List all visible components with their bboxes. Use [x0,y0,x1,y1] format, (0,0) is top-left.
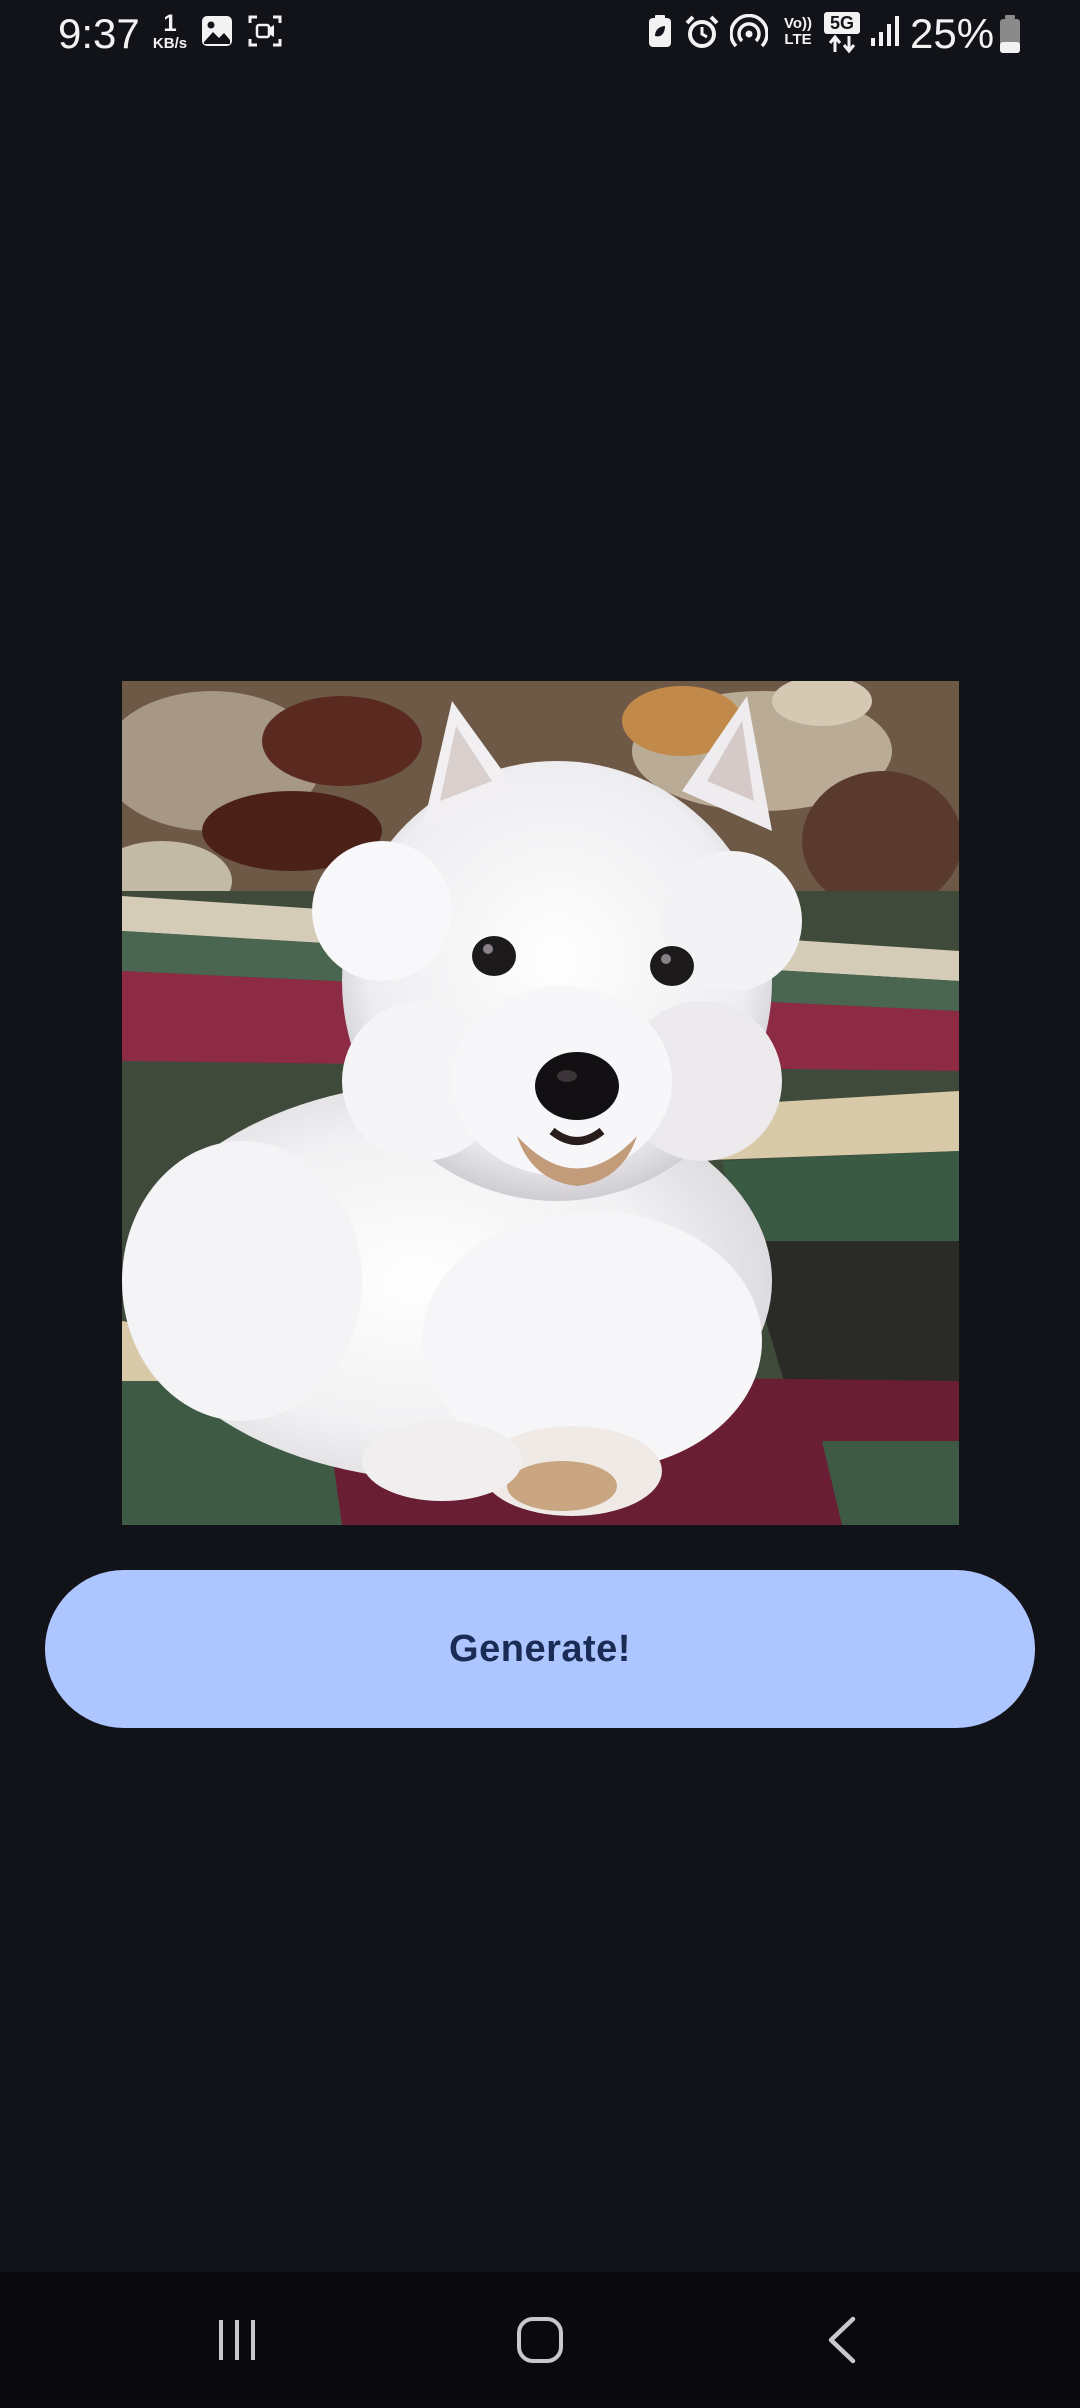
network-speed: 1 KB/s [148,12,192,52]
westie-photo [122,681,959,1525]
5g-icon: 5G [824,12,860,56]
dog-image [122,681,959,1525]
generate-button-label: Generate! [449,1627,631,1670]
network-speed-value: 1 [163,10,177,37]
data-arrows-icon [828,34,856,54]
volte-icon: Vo)) LTE [780,16,816,48]
battery-icon [1000,15,1020,53]
recent-apps-icon [219,2320,255,2360]
network-speed-unit: KB/s [152,35,188,52]
navigation-bar [0,2272,1080,2408]
battery-percent: 25% [910,10,995,57]
screen-record-icon [248,15,282,47]
signal-icon [871,16,899,46]
volte-line2: LTE [784,31,812,48]
hotspot-icon [730,14,768,48]
alarm-icon [685,15,719,48]
back-icon [828,2316,856,2364]
gallery-icon [202,16,232,46]
back-button[interactable] [798,2300,888,2380]
volte-line1: Vo)) [783,15,813,32]
recent-apps-button[interactable] [192,2300,282,2380]
generate-button[interactable]: Generate! [45,1570,1035,1728]
home-button[interactable] [495,2300,585,2380]
home-icon [517,2317,563,2363]
battery-saver-icon [649,15,671,47]
status-bar: 9:37 1 KB/s Vo)) LTE 5G 25% [0,0,1080,68]
5g-label: 5G [824,12,860,34]
clock: 9:37 [58,10,140,57]
